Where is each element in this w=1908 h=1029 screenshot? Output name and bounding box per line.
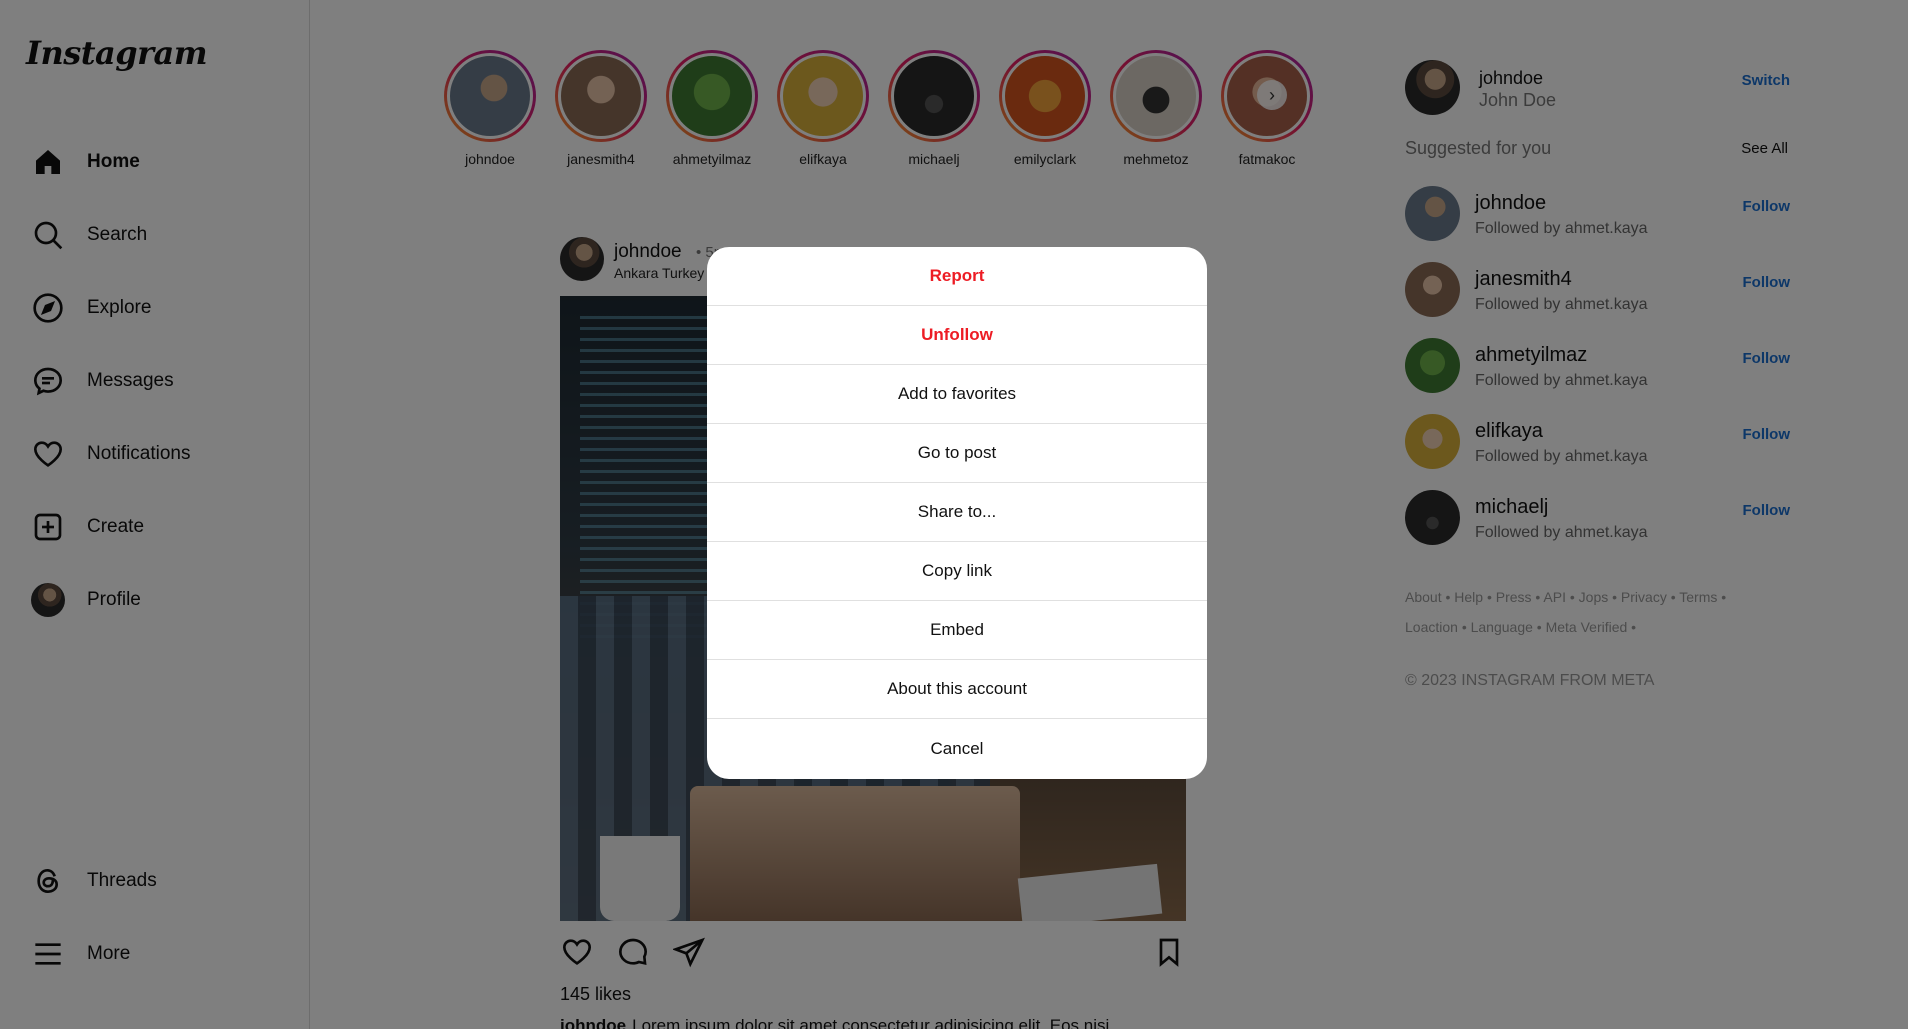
- report-button[interactable]: Report: [707, 247, 1207, 306]
- go-to-post-button[interactable]: Go to post: [707, 424, 1207, 483]
- post-options-modal: Report Unfollow Add to favorites Go to p…: [707, 247, 1207, 779]
- add-to-favorites-button[interactable]: Add to favorites: [707, 365, 1207, 424]
- cancel-button[interactable]: Cancel: [707, 719, 1207, 778]
- copy-link-button[interactable]: Copy link: [707, 542, 1207, 601]
- embed-button[interactable]: Embed: [707, 601, 1207, 660]
- unfollow-button[interactable]: Unfollow: [707, 306, 1207, 365]
- about-account-button[interactable]: About this account: [707, 660, 1207, 719]
- share-to-button[interactable]: Share to...: [707, 483, 1207, 542]
